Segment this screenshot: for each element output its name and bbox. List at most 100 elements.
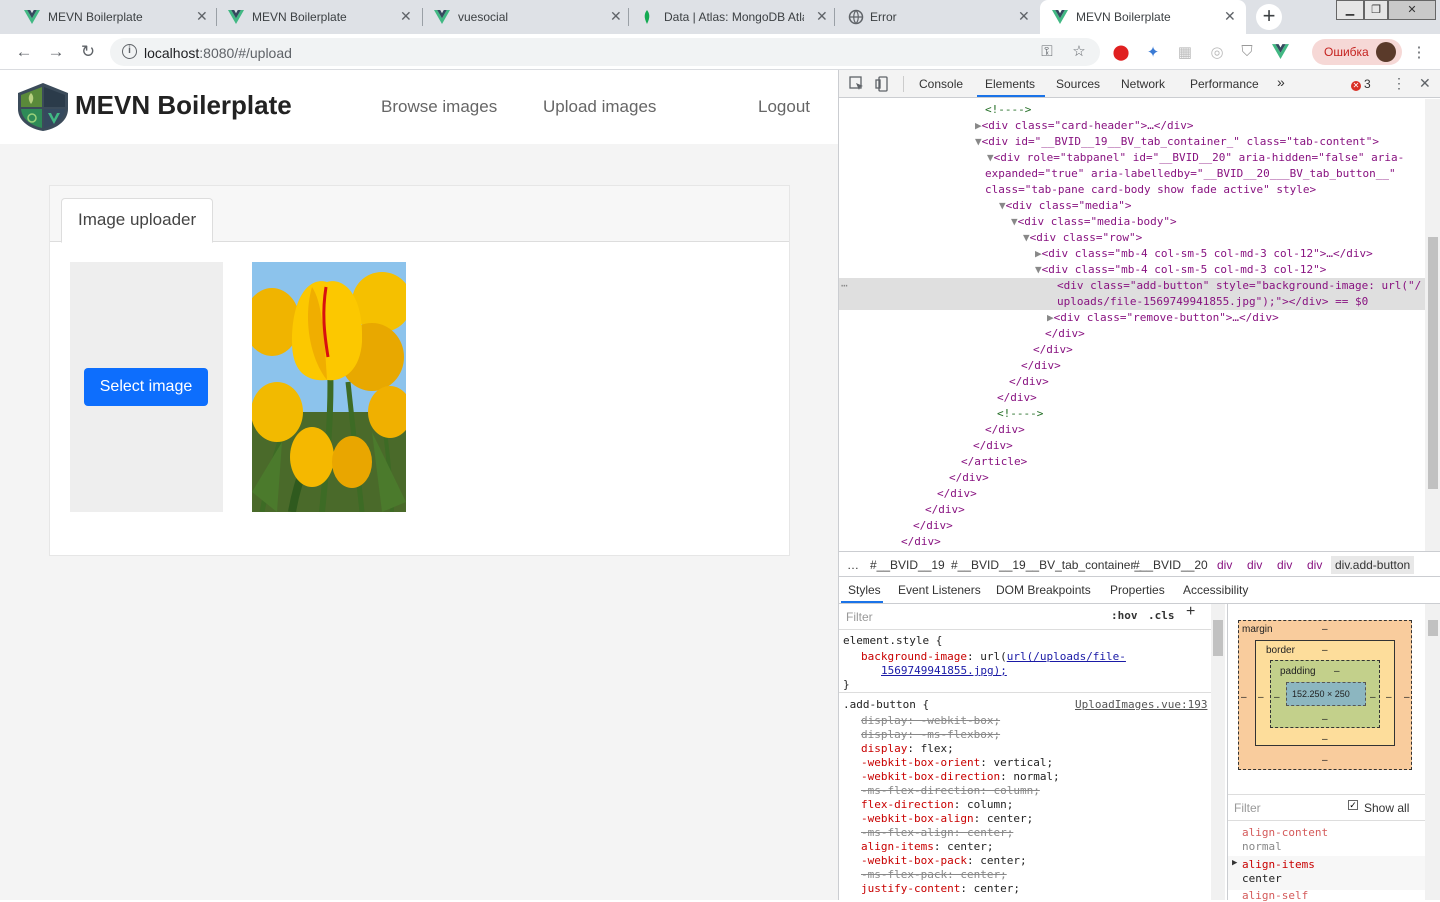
grid-extension-icon[interactable]: ▦: [1176, 43, 1194, 61]
dom-line[interactable]: </div>: [997, 390, 1037, 406]
tab-image-uploader[interactable]: Image uploader: [61, 198, 214, 243]
style-declaration[interactable]: -ms-flex-align: center;: [861, 826, 1013, 840]
styles-scrollbar[interactable]: [1211, 604, 1225, 900]
dom-line[interactable]: </div>: [949, 470, 989, 486]
nav-logout[interactable]: Logout: [758, 97, 810, 117]
breadcrumb-item[interactable]: div: [1277, 558, 1292, 572]
more-tabs-icon[interactable]: »: [1277, 74, 1285, 90]
nav-browse-images[interactable]: Browse images: [381, 97, 497, 117]
tab-event-listeners[interactable]: Event Listeners: [898, 583, 981, 597]
dom-line[interactable]: </div>: [1021, 358, 1061, 374]
show-all-checkbox[interactable]: ✓: [1348, 800, 1358, 810]
dom-line[interactable]: </div>: [985, 422, 1025, 438]
tab-performance[interactable]: Performance: [1190, 77, 1259, 91]
uploaded-image-thumbnail[interactable]: [252, 262, 406, 512]
dom-line[interactable]: ▼<div class="media-body">: [1011, 214, 1177, 230]
reload-icon[interactable]: ↻: [78, 42, 98, 62]
tab-styles[interactable]: Styles: [848, 583, 881, 597]
shield-extension-icon[interactable]: ⛉: [1238, 43, 1256, 60]
cls-toggle[interactable]: .cls: [1148, 609, 1175, 623]
style-declaration[interactable]: -webkit-box-pack: center;: [861, 854, 1027, 868]
dom-line[interactable]: expanded="true" aria-labelledby="__BVID_…: [985, 166, 1396, 182]
hov-toggle[interactable]: :hov: [1111, 609, 1138, 623]
style-declaration[interactable]: display: -ms-flexbox;: [861, 728, 1000, 742]
sync-extension-icon[interactable]: ◎: [1208, 43, 1226, 61]
style-declaration[interactable]: -webkit-box-direction: normal;: [861, 770, 1060, 784]
close-icon[interactable]: ✕: [1018, 8, 1030, 25]
dom-line[interactable]: </article>: [961, 454, 1027, 470]
dom-line[interactable]: </div>: [973, 438, 1013, 454]
breadcrumb-item[interactable]: div: [1217, 558, 1232, 572]
dom-line[interactable]: <!---->: [997, 406, 1043, 422]
breadcrumb-item[interactable]: div: [1247, 558, 1262, 572]
inspect-element-icon[interactable]: [849, 76, 865, 92]
breadcrumb-item-current[interactable]: div.add-button: [1331, 556, 1415, 574]
style-declaration[interactable]: display: -webkit-box;: [861, 714, 1000, 728]
dom-line[interactable]: </div>: [913, 518, 953, 534]
scrollbar-thumb[interactable]: [1428, 620, 1438, 636]
devtools-menu-icon[interactable]: ⋮: [1392, 75, 1406, 92]
style-declaration[interactable]: flex-direction: column;: [861, 798, 1013, 812]
computed-prop-name[interactable]: align-items: [1242, 858, 1315, 871]
dom-line[interactable]: </div>: [937, 486, 977, 502]
browser-tab-3[interactable]: vuesocial ✕: [424, 0, 628, 34]
scrollbar-thumb[interactable]: [1213, 620, 1223, 656]
elements-scrollbar[interactable]: [1425, 99, 1440, 551]
close-icon[interactable]: ✕: [610, 8, 622, 25]
style-declaration[interactable]: -webkit-box-orient: vertical;: [861, 756, 1053, 770]
puzzle-extension-icon[interactable]: ✦: [1144, 43, 1162, 61]
new-tab-button[interactable]: +: [1256, 4, 1282, 30]
key-icon[interactable]: ⚿: [1038, 43, 1056, 60]
dom-line[interactable]: <!---->: [985, 102, 1031, 118]
minimize-button[interactable]: ▁: [1336, 0, 1364, 20]
nav-upload-images[interactable]: Upload images: [543, 97, 656, 117]
rule-source-link[interactable]: UploadImages.vue:193: [1075, 698, 1207, 712]
browser-tab-2[interactable]: MEVN Boilerplate ✕: [218, 0, 422, 34]
add-rule-icon[interactable]: +: [1186, 604, 1195, 620]
breadcrumb-item[interactable]: #__BVID__19__BV_tab_container_: [951, 558, 1141, 572]
prop-value-link[interactable]: 1569749941855.jpg);: [881, 664, 1007, 677]
opera-extension-icon[interactable]: ⬤: [1112, 43, 1130, 61]
browser-tab-1[interactable]: MEVN Boilerplate ✕: [2, 0, 216, 34]
info-icon[interactable]: i: [122, 44, 137, 59]
dom-line[interactable]: ▼<div class="media">: [999, 198, 1131, 214]
style-declaration[interactable]: align-items: center;: [861, 840, 993, 854]
computed-scrollbar[interactable]: [1425, 604, 1440, 900]
close-icon[interactable]: ✕: [196, 8, 208, 25]
computed-prop-name[interactable]: align-self: [1242, 889, 1308, 902]
dom-line[interactable]: </div>: [1033, 342, 1073, 358]
maximize-button[interactable]: ❐: [1364, 0, 1388, 20]
device-toolbar-icon[interactable]: [875, 76, 891, 92]
dom-line[interactable]: ▼<div class="mb-4 col-sm-5 col-md-3 col-…: [1035, 262, 1326, 278]
dom-line[interactable]: </div>: [925, 502, 965, 518]
tab-properties[interactable]: Properties: [1110, 583, 1165, 597]
select-image-button[interactable]: Select image: [84, 368, 208, 406]
dom-line[interactable]: class="tab-pane card-body show fade acti…: [985, 182, 1316, 198]
profile-error-button[interactable]: Ошибка: [1312, 39, 1402, 65]
tab-accessibility[interactable]: Accessibility: [1183, 583, 1248, 597]
style-declaration[interactable]: display: flex;: [861, 742, 954, 756]
expand-triangle-icon[interactable]: ▶: [1232, 858, 1237, 868]
brand-title[interactable]: MEVN Boilerplate: [75, 90, 292, 121]
breadcrumb-item[interactable]: #__BVID__19: [870, 558, 945, 572]
close-icon[interactable]: ✕: [816, 8, 828, 25]
dom-line[interactable]: ▼<div id="__BVID__19__BV_tab_container_"…: [975, 134, 1379, 150]
breadcrumb-more[interactable]: …: [847, 558, 859, 572]
browser-tab-5[interactable]: Error ✕: [836, 0, 1040, 34]
tab-network[interactable]: Network: [1121, 77, 1165, 91]
tab-sources[interactable]: Sources: [1056, 77, 1100, 91]
vue-devtools-icon[interactable]: [1272, 44, 1289, 59]
scrollbar-thumb[interactable]: [1428, 237, 1438, 489]
address-bar[interactable]: i localhost:8080/#/upload ⚿ ☆: [110, 38, 1100, 66]
tab-console[interactable]: Console: [919, 77, 963, 91]
dom-line[interactable]: </div>: [1009, 374, 1049, 390]
browser-tab-4[interactable]: Data | Atlas: MongoDB Atla ✕: [630, 0, 834, 34]
prop-value-link[interactable]: url(/uploads/file-: [1007, 650, 1126, 663]
forward-icon[interactable]: →: [46, 42, 66, 62]
dom-line[interactable]: ▼<div class="row">: [1023, 230, 1142, 246]
error-counter[interactable]: ✕ 3: [1351, 77, 1371, 91]
breadcrumb-item[interactable]: #__BVID__20: [1133, 558, 1208, 572]
dom-line[interactable]: ▶<div class="remove-button">…</div>: [1047, 310, 1279, 326]
url-text[interactable]: localhost:8080/#/upload: [144, 45, 292, 61]
dom-line[interactable]: ▶<div class="card-header">…</div>: [975, 118, 1194, 134]
